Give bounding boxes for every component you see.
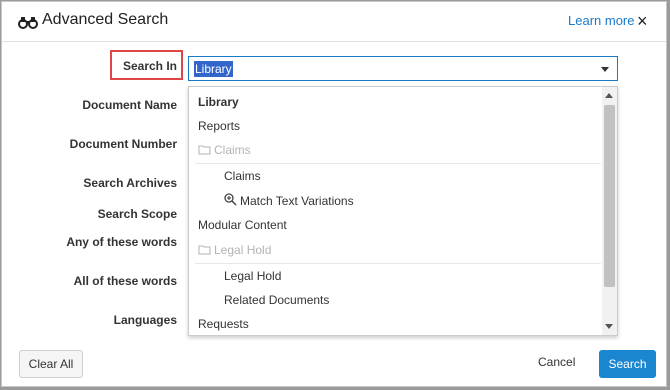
dropdown-scrollbar[interactable] <box>602 87 617 335</box>
group-header-legal-hold: Legal Hold <box>214 243 272 257</box>
cancel-button[interactable]: Cancel <box>538 355 575 369</box>
binoculars-icon <box>18 17 38 29</box>
any-words-label: Any of these words <box>66 235 177 249</box>
group-divider <box>195 163 601 164</box>
languages-label: Languages <box>113 313 177 327</box>
group-header-claims: Claims <box>214 143 251 157</box>
option-claims[interactable]: Claims <box>224 169 261 183</box>
all-words-label: All of these words <box>73 274 177 288</box>
group-divider <box>195 263 601 264</box>
search-button[interactable]: Search <box>599 350 656 378</box>
option-legal-hold[interactable]: Legal Hold <box>224 269 281 283</box>
scroll-up-arrow-icon[interactable] <box>605 93 613 98</box>
search-in-label: Search In <box>122 59 177 73</box>
option-related-documents[interactable]: Related Documents <box>224 293 329 307</box>
option-library[interactable]: Library <box>198 95 239 109</box>
search-scope-label: Search Scope <box>97 207 177 221</box>
search-archives-label: Search Archives <box>83 176 177 190</box>
scroll-down-arrow-icon[interactable] <box>605 324 613 329</box>
folder-icon <box>198 245 211 255</box>
document-number-label: Document Number <box>69 137 177 151</box>
search-in-selected-value: Library <box>194 61 233 77</box>
caret-down-icon <box>601 67 609 72</box>
option-requests[interactable]: Requests <box>198 317 249 331</box>
option-reports[interactable]: Reports <box>198 119 240 133</box>
folder-icon <box>198 145 211 155</box>
search-in-select[interactable]: Library <box>188 56 618 81</box>
option-match-text-variations[interactable]: Match Text Variations <box>240 194 354 208</box>
dialog-title: Advanced Search <box>42 11 169 28</box>
clear-all-button[interactable]: Clear All <box>19 350 83 378</box>
zoom-in-icon <box>224 193 237 206</box>
scroll-thumb[interactable] <box>604 105 615 287</box>
advanced-search-dialog: Advanced Search Learn more × Search In D… <box>1 1 667 387</box>
learn-more-link[interactable]: Learn more <box>568 13 634 28</box>
document-name-label: Document Name <box>82 98 177 112</box>
search-in-dropdown-list: Library Reports Claims Claims Match Text… <box>188 86 618 336</box>
option-modular-content[interactable]: Modular Content <box>198 218 287 232</box>
dialog-header: Advanced Search Learn more × <box>2 2 666 42</box>
close-icon[interactable]: × <box>637 11 648 31</box>
